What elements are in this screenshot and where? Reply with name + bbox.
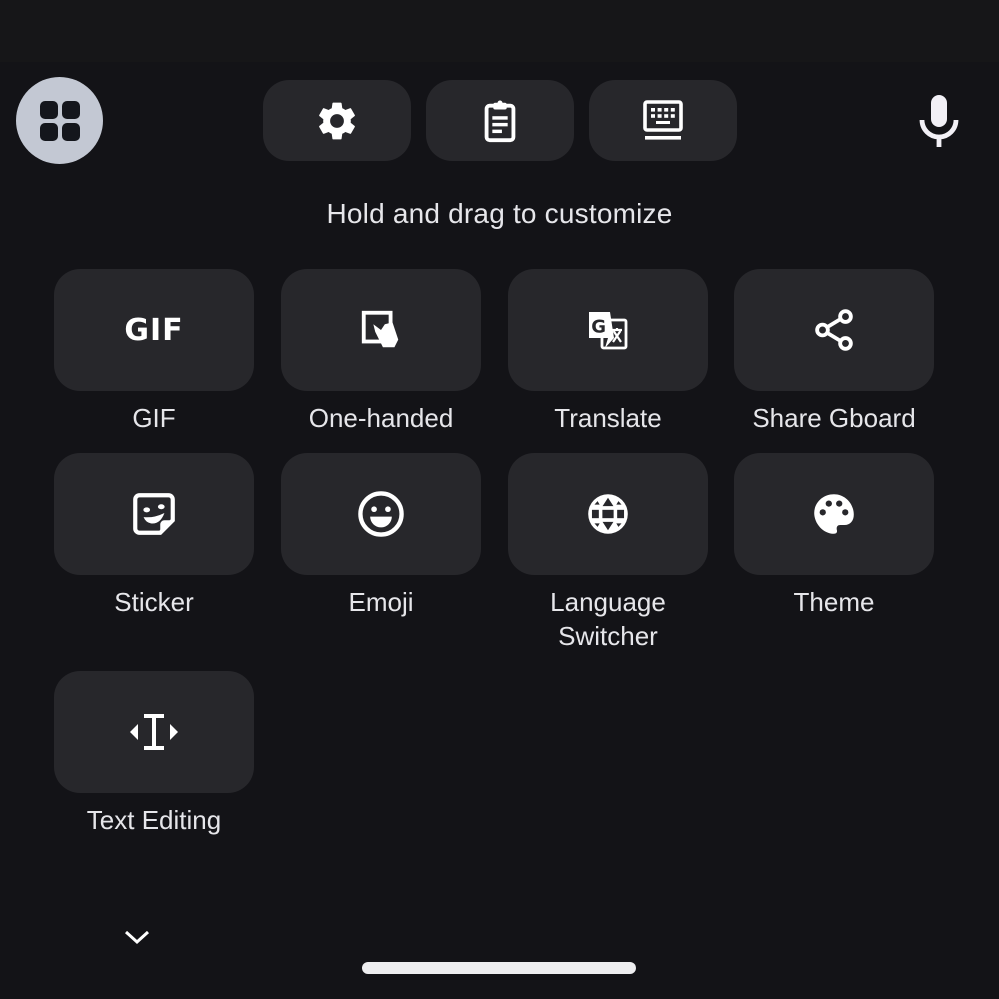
tile-label: Emoji [348,587,414,617]
tile-theme-box[interactable] [734,453,934,575]
status-bar-area [0,0,999,62]
keyboard-icon [643,99,683,140]
settings-button[interactable] [263,80,411,161]
gif-icon: GIF [124,312,184,348]
tile-emoji[interactable]: Emoji [281,453,481,619]
tile-label: Sticker [114,587,194,617]
tile-label: Text Editing [86,805,222,835]
gear-icon [319,102,355,139]
tile-label: GIF [132,403,176,433]
svg-text:G: G [591,316,606,337]
collapse-button[interactable] [115,915,159,959]
tile-emoji-box[interactable] [281,453,481,575]
tile-share-gboard[interactable]: Share Gboard [734,269,934,435]
globe-icon [588,494,628,534]
tile-language-switcher[interactable]: Language Switcher [508,453,708,653]
tile-label: Translate [554,403,662,433]
tile-label: Share Gboard [752,403,916,433]
apps-button[interactable] [16,77,103,164]
microphone-icon [919,95,959,147]
tile-translate-box[interactable]: G [508,269,708,391]
tile-label: Theme [793,587,875,617]
tile-label: One-handed [308,403,454,433]
tile-one-handed-box[interactable] [281,269,481,391]
tile-text-editing[interactable]: Text Editing [54,671,254,837]
emoji-icon [358,491,404,537]
share-icon [815,309,853,351]
clipboard-icon [484,99,516,142]
keyboard-button[interactable] [589,80,737,161]
home-gesture-bar[interactable] [362,962,636,974]
sticker-icon [133,493,175,535]
text-cursor-icon [130,714,178,750]
translate-icon: G [589,312,628,350]
tile-language-switcher-box[interactable] [508,453,708,575]
tile-theme[interactable]: Theme [734,453,934,619]
tile-share-gboard-box[interactable] [734,269,934,391]
tile-text-editing-box[interactable] [54,671,254,793]
tile-one-handed[interactable]: One-handed [281,269,481,435]
one-handed-icon [361,310,399,348]
tile-label: Language Switcher [550,587,666,651]
apps-grid-icon [39,100,80,141]
tile-gif-box[interactable]: GIF [54,269,254,391]
voice-input-button[interactable] [906,88,972,154]
tile-gif[interactable]: GIF GIF [54,269,254,435]
palette-icon [814,494,854,534]
tile-sticker-box[interactable] [54,453,254,575]
tile-translate[interactable]: G Translate [508,269,708,435]
tile-sticker[interactable]: Sticker [54,453,254,619]
clipboard-button[interactable] [426,80,574,161]
chevron-down-icon [124,930,150,945]
customize-hint: Hold and drag to customize [326,198,673,229]
